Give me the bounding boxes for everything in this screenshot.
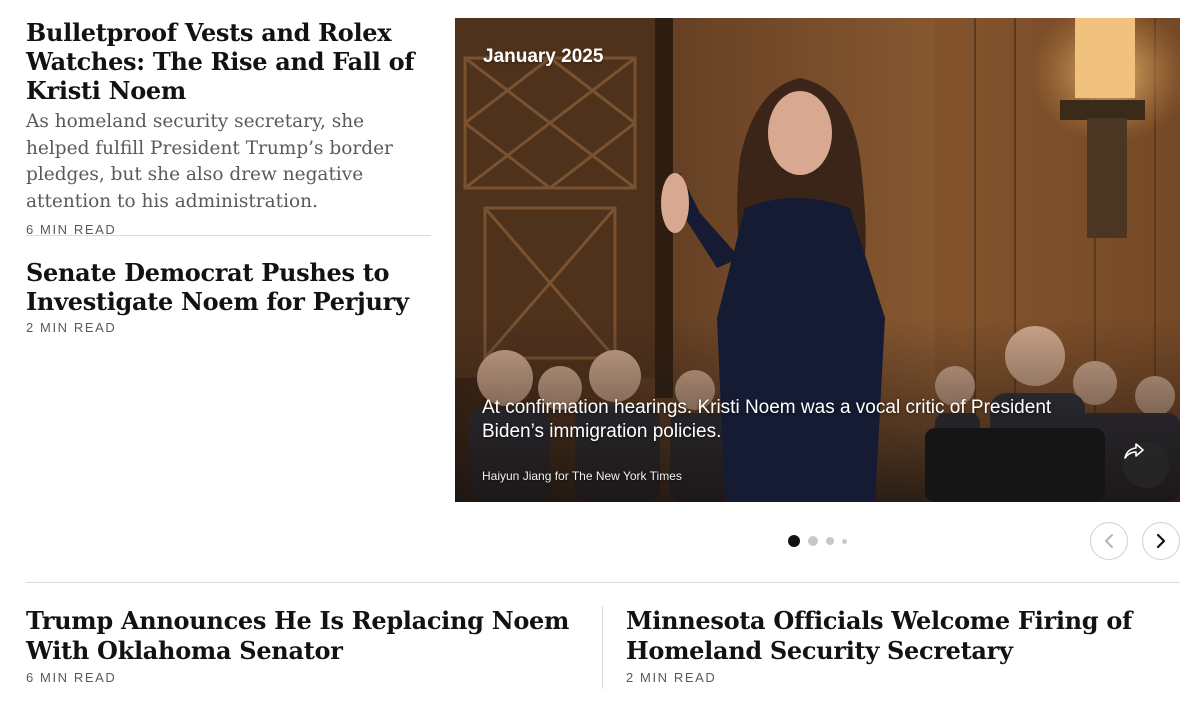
- secondary-story-read-time: 2 MIN READ: [26, 320, 117, 335]
- next-slide-button[interactable]: [1142, 522, 1180, 560]
- bottom-story-read-time: 6 MIN READ: [26, 670, 117, 685]
- bottom-story: Minnesota Officials Welcome Firing of Ho…: [626, 606, 1186, 685]
- bottom-story: Trump Announces He Is Replacing Noem Wit…: [26, 606, 586, 685]
- share-button[interactable]: [1123, 442, 1169, 488]
- bottom-story-read-time: 2 MIN READ: [626, 670, 717, 685]
- slide-dot[interactable]: [808, 536, 818, 546]
- share-arrow-icon: [1124, 443, 1144, 459]
- divider: [26, 235, 431, 236]
- bottom-story-headline[interactable]: Trump Announces He Is Replacing Noem Wit…: [26, 606, 586, 666]
- chevron-left-icon: [1105, 534, 1113, 548]
- slide-caption: At confirmation hearings. Kristi Noem wa…: [482, 397, 1052, 442]
- chevron-right-icon: [1156, 533, 1166, 549]
- photo-credit: Haiyun Jiang for The New York Times: [482, 469, 682, 483]
- secondary-story-headline[interactable]: Senate Democrat Pushes to Investigate No…: [26, 258, 436, 316]
- slide-date-label: January 2025: [483, 46, 604, 67]
- slideshow-image[interactable]: January 2025 At confirmation hearings. K…: [455, 18, 1180, 502]
- slide-dot[interactable]: [842, 538, 847, 544]
- lead-story-summary: As homeland security secretary, she help…: [26, 111, 393, 212]
- column-divider: [602, 606, 603, 689]
- lead-story: Bulletproof Vests and Rolex Watches: The…: [26, 18, 431, 237]
- lead-story-headline[interactable]: Bulletproof Vests and Rolex Watches: The…: [26, 18, 431, 105]
- slide-dot[interactable]: [788, 535, 800, 547]
- secondary-story: Senate Democrat Pushes to Investigate No…: [26, 258, 436, 335]
- slide-dot[interactable]: [826, 537, 834, 545]
- bottom-story-headline[interactable]: Minnesota Officials Welcome Firing of Ho…: [626, 606, 1186, 666]
- slide-indicator: [788, 535, 855, 547]
- divider: [26, 582, 1180, 583]
- previous-slide-button[interactable]: [1090, 522, 1128, 560]
